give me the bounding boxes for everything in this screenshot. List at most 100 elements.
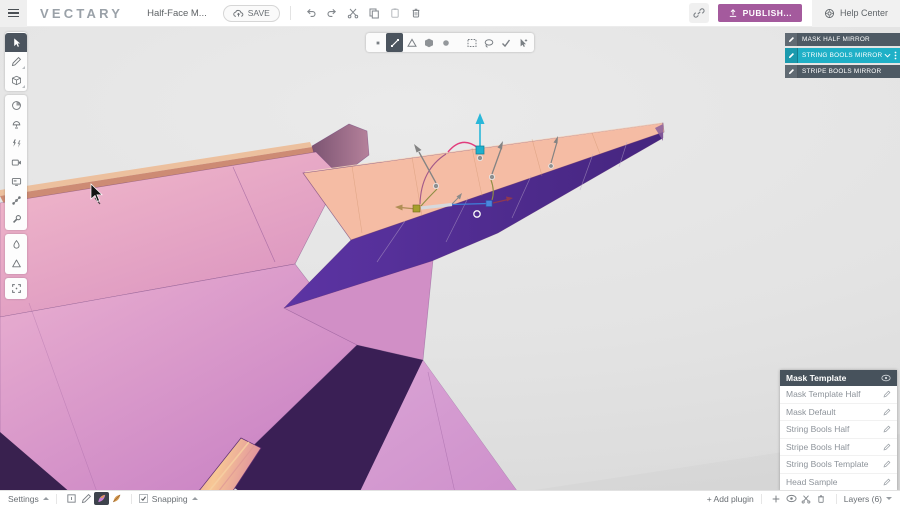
chevron-down-icon[interactable] (884, 53, 891, 58)
connections-tool[interactable] (5, 191, 27, 210)
face-mode-button[interactable] (403, 33, 420, 52)
single-view-button[interactable] (64, 492, 79, 505)
add-plugin-button[interactable]: + Add plugin (707, 494, 754, 504)
snapping-checkbox[interactable] (139, 494, 148, 503)
save-button[interactable]: SAVE (223, 5, 280, 22)
marquee-select-button[interactable] (463, 33, 480, 52)
layers-dropdown[interactable]: Layers (6) (844, 494, 892, 504)
chevron-down-icon (886, 497, 892, 500)
plus-icon (771, 494, 781, 504)
project-title[interactable]: Half-Face M... (147, 8, 207, 19)
publish-button[interactable]: PUBLISH... (718, 4, 802, 22)
pen-icon (11, 56, 22, 67)
transform-select-button[interactable] (514, 33, 531, 52)
layer-row-mask-default[interactable]: Mask Default (780, 404, 897, 422)
lasso-icon (483, 37, 495, 49)
nodes-icon (11, 195, 22, 206)
effects-tool[interactable] (5, 134, 27, 153)
help-icon (824, 8, 835, 19)
scene-object-chips: MASK HALF MIRROR STRING BOOLS MIRROR STR… (785, 33, 900, 78)
feather-mode-active-button[interactable] (94, 492, 109, 505)
sphere-mode-button[interactable] (437, 33, 454, 52)
layer-row-string-bools-half[interactable]: String Bools Half (780, 421, 897, 439)
layer-label: String Bools Half (786, 424, 849, 434)
pen-mode-button[interactable] (79, 492, 94, 505)
chevron-up-icon (43, 497, 49, 500)
scene-3d-model (0, 27, 900, 490)
top-bar: VECTARY Half-Face M... SAVE PUBLISH... (0, 0, 900, 27)
cursor-icon (11, 37, 22, 48)
edit-layer-icon[interactable] (883, 408, 891, 416)
camera-tool[interactable] (5, 153, 27, 172)
edit-layer-icon[interactable] (883, 443, 891, 451)
chip-mask-half-mirror[interactable]: MASK HALF MIRROR (785, 33, 900, 46)
viewport-canvas[interactable] (0, 27, 900, 490)
layer-row-mask-template-half[interactable]: Mask Template Half (780, 386, 897, 404)
screen-tool[interactable] (5, 172, 27, 191)
delete-button-bottom[interactable] (814, 492, 829, 505)
materials-tool[interactable] (5, 96, 27, 115)
feather-icon (111, 493, 122, 504)
lamp-icon (11, 119, 22, 130)
edge-mode-button[interactable] (386, 33, 403, 52)
delete-button[interactable] (408, 3, 425, 23)
chip-label: STRIPE BOOLS MIRROR (802, 68, 881, 75)
cloud-save-icon (233, 9, 244, 18)
layers-panel-title: Mask Template (786, 373, 846, 383)
vertex-icon (372, 37, 384, 49)
more-options-icon[interactable] (894, 51, 897, 60)
zoom-fit-tool[interactable] (5, 279, 27, 298)
chip-label: STRING BOOLS MIRROR (802, 52, 882, 59)
drop-tool[interactable] (5, 235, 27, 254)
layer-row-head-sample[interactable]: Head Sample (780, 474, 897, 492)
edit-chip-button[interactable] (785, 33, 798, 46)
cut-button-bottom[interactable] (799, 492, 814, 505)
pencil-icon (788, 36, 795, 43)
help-center-button[interactable]: Help Center (812, 0, 900, 27)
visibility-button[interactable] (784, 492, 799, 505)
settings-dropdown[interactable]: Settings (8, 494, 49, 504)
save-label: SAVE (248, 8, 270, 18)
pencil-icon (788, 68, 795, 75)
edit-chip-button[interactable] (785, 48, 798, 63)
paste-button[interactable] (387, 3, 404, 23)
snapping-toggle[interactable]: Snapping (139, 494, 198, 504)
copy-button[interactable] (366, 3, 383, 23)
pen-tool[interactable] (5, 52, 27, 71)
lasso-select-button[interactable] (480, 33, 497, 52)
solid-mode-button[interactable] (420, 33, 437, 52)
undo-button[interactable] (303, 3, 320, 23)
tools-tool[interactable] (5, 210, 27, 229)
face-icon (406, 37, 418, 49)
edge-icon (389, 37, 401, 49)
primitives-tool[interactable] (5, 71, 27, 90)
edit-layer-icon[interactable] (883, 390, 891, 398)
layer-row-stripe-bools-half[interactable]: Stripe Bools Half (780, 439, 897, 457)
hamburger-menu-button[interactable] (0, 0, 27, 27)
checkmark-icon (500, 37, 512, 49)
vertex-mode-button[interactable] (369, 33, 386, 52)
chip-stripe-bools-mirror[interactable]: STRIPE BOOLS MIRROR (785, 65, 900, 78)
edit-layer-icon[interactable] (883, 460, 891, 468)
share-link-button[interactable] (689, 3, 709, 23)
toolbar-divider (290, 6, 291, 20)
layer-label: Stripe Bools Half (786, 442, 849, 452)
layers-panel-header[interactable]: Mask Template (780, 370, 897, 386)
layer-row-string-bools-template[interactable]: String Bools Template (780, 456, 897, 474)
wrench-icon (11, 214, 22, 225)
add-plugin-label: + Add plugin (707, 494, 754, 504)
select-tool[interactable] (5, 33, 27, 52)
edit-chip-button[interactable] (785, 65, 798, 78)
chip-string-bools-mirror[interactable]: STRING BOOLS MIRROR (785, 48, 900, 63)
feather-mode-button[interactable] (109, 492, 124, 505)
cut-button[interactable] (345, 3, 362, 23)
layer-label: Mask Template Half (786, 389, 860, 399)
light-tool[interactable] (5, 115, 27, 134)
cone-tool[interactable] (5, 254, 27, 273)
visibility-eye-icon[interactable] (881, 374, 891, 382)
edit-layer-icon[interactable] (883, 478, 891, 486)
redo-button[interactable] (324, 3, 341, 23)
add-button[interactable] (769, 492, 784, 505)
brush-select-button[interactable] (497, 33, 514, 52)
edit-layer-icon[interactable] (883, 425, 891, 433)
